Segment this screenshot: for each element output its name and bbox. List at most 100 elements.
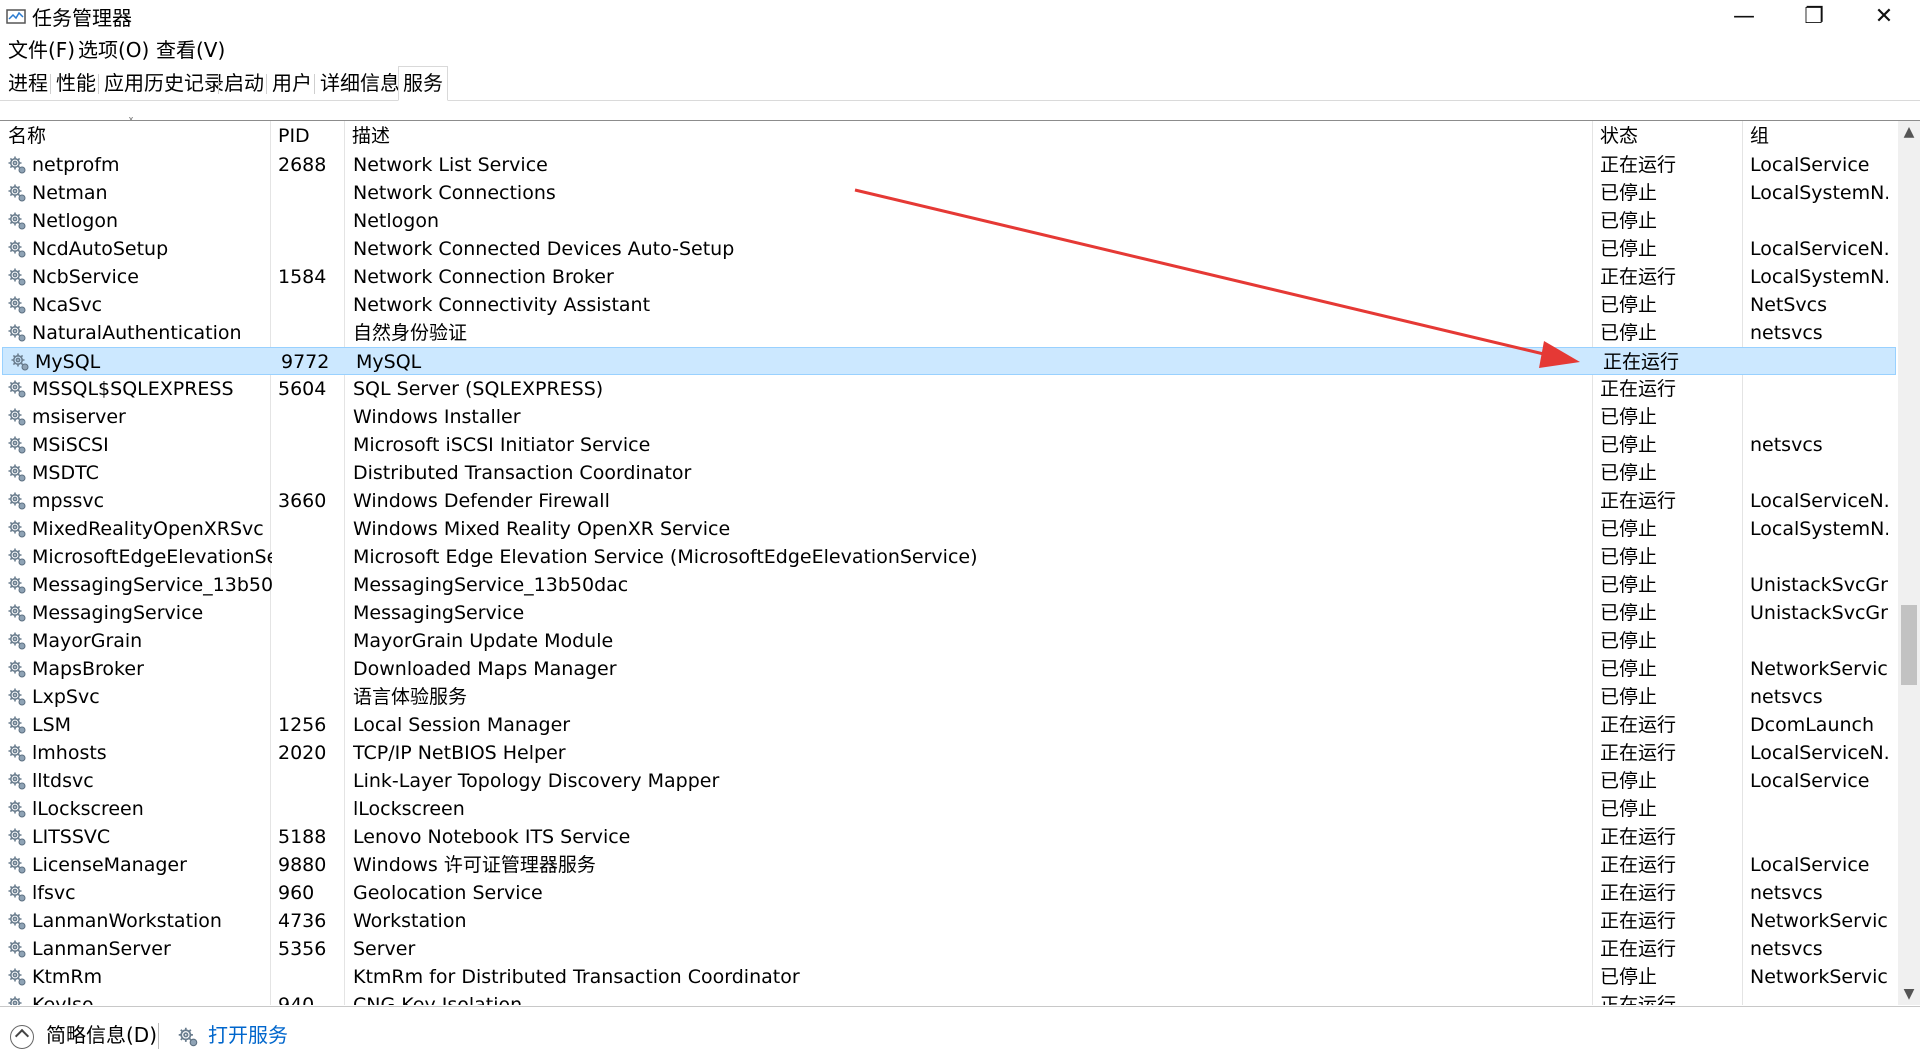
gear-icon <box>8 660 26 678</box>
table-row[interactable]: LITSSVC 5188 Lenovo Notebook ITS Service… <box>0 823 1898 851</box>
scroll-up-arrow-icon[interactable]: ▲ <box>1898 121 1920 143</box>
table-row[interactable]: mpssvc 3660 Windows Defender Firewall 正在… <box>0 487 1898 515</box>
service-group: LocalSystemN... <box>1750 518 1888 540</box>
column-header-description[interactable]: 描述 <box>344 121 390 151</box>
table-row[interactable]: Netman Network Connections 已停止 LocalSyst… <box>0 179 1898 207</box>
vertical-scrollbar[interactable]: ▲ ▼ <box>1898 121 1920 1005</box>
tab-app-history[interactable]: 应用历史记录 <box>100 68 228 98</box>
column-header-status[interactable]: 状态 <box>1592 121 1638 151</box>
table-row[interactable]: MicrosoftEdgeElevationSe... Microsoft Ed… <box>0 543 1898 571</box>
table-row[interactable]: msiserver Windows Installer 已停止 <box>0 403 1898 431</box>
service-name: lltdsvc <box>32 770 94 792</box>
table-row[interactable]: KeyIso 940 CNG Key Isolation 正在运行 <box>0 991 1898 1005</box>
service-status: 已停止 <box>1600 770 1658 792</box>
table-row[interactable]: lmhosts 2020 TCP/IP NetBIOS Helper 正在运行 … <box>0 739 1898 767</box>
service-description: Netlogon <box>353 210 439 232</box>
minimize-button[interactable]: — <box>1710 0 1778 36</box>
table-row[interactable]: MessagingService MessagingService 已停止 Un… <box>0 599 1898 627</box>
service-pid <box>278 459 344 487</box>
table-row[interactable]: lltdsvc Link-Layer Topology Discovery Ma… <box>0 767 1898 795</box>
table-row[interactable]: lfsvc 960 Geolocation Service 正在运行 netsv… <box>0 879 1898 907</box>
service-group: NetworkServic... <box>1750 966 1888 988</box>
gear-icon <box>8 884 26 902</box>
service-name: MSSQL$SQLEXPRESS <box>32 378 234 400</box>
table-row[interactable]: LxpSvc 语言体验服务 已停止 netsvcs <box>0 683 1898 711</box>
table-row[interactable]: LSM 1256 Local Session Manager 正在运行 Dcom… <box>0 711 1898 739</box>
tab-processes[interactable]: 进程 <box>4 68 52 98</box>
table-row[interactable]: netprofm 2688 Network List Service 正在运行 … <box>0 151 1898 179</box>
table-row[interactable]: LanmanWorkstation 4736 Workstation 正在运行 … <box>0 907 1898 935</box>
service-pid <box>278 655 344 683</box>
service-pid <box>278 207 344 235</box>
table-row[interactable]: MayorGrain MayorGrain Update Module 已停止 <box>0 627 1898 655</box>
title-bar: 任务管理器 — ❐ ✕ <box>0 0 1920 36</box>
service-group: LocalServiceN... <box>1750 238 1888 260</box>
service-pid: 5188 <box>278 826 327 848</box>
column-header-pid[interactable]: PID <box>270 121 310 151</box>
table-row[interactable]: LicenseManager 9880 Windows 许可证管理器服务 正在运… <box>0 851 1898 879</box>
service-status: 已停止 <box>1600 406 1658 428</box>
tab-users[interactable]: 用户 <box>268 68 316 98</box>
scroll-thumb[interactable] <box>1901 605 1917 685</box>
service-status: 已停止 <box>1600 602 1658 624</box>
table-row[interactable]: MessagingService_13b50... MessagingServi… <box>0 571 1898 599</box>
gear-icon <box>8 716 26 734</box>
table-row[interactable]: NcbService 1584 Network Connection Broke… <box>0 263 1898 291</box>
service-name: LanmanWorkstation <box>32 910 222 932</box>
service-group <box>1750 627 1888 655</box>
table-row[interactable]: NaturalAuthentication 自然身份验证 已停止 netsvcs <box>0 319 1898 347</box>
fewer-details-button[interactable]: 简略信息(D) <box>10 1021 157 1049</box>
service-pid: 9880 <box>278 854 327 876</box>
service-pid <box>278 179 344 207</box>
service-description: Windows 许可证管理器服务 <box>353 854 596 876</box>
tab-performance[interactable]: 性能 <box>52 68 100 98</box>
gear-icon <box>8 576 26 594</box>
table-row[interactable]: MySQL 9772 MySQL 正在运行 <box>2 347 1896 375</box>
maximize-button[interactable]: ❐ <box>1780 0 1848 36</box>
service-group <box>1750 991 1888 1005</box>
table-row[interactable]: MSDTC Distributed Transaction Coordinato… <box>0 459 1898 487</box>
menu-view[interactable]: 查看(V) <box>156 36 225 64</box>
tab-details[interactable]: 详细信息 <box>316 68 404 98</box>
tab-services[interactable]: 服务 <box>398 66 448 101</box>
menu-options[interactable]: 选项(O) <box>78 36 149 64</box>
service-group: netsvcs <box>1750 938 1823 960</box>
close-button[interactable]: ✕ <box>1850 0 1918 36</box>
service-pid: 2688 <box>278 154 327 176</box>
table-row[interactable]: NcaSvc Network Connectivity Assistant 已停… <box>0 291 1898 319</box>
service-name: MicrosoftEdgeElevationSe... <box>32 546 272 568</box>
service-pid: 1584 <box>278 266 327 288</box>
service-name: MessagingService_13b50... <box>32 574 272 596</box>
tab-startup[interactable]: 启动 <box>220 68 268 98</box>
tab-divider <box>314 74 315 94</box>
table-row[interactable]: NcdAutoSetup Network Connected Devices A… <box>0 235 1898 263</box>
service-status: 已停止 <box>1600 574 1658 596</box>
table-row[interactable]: lLockscreen lLockscreen 已停止 <box>0 795 1898 823</box>
service-pid <box>278 767 344 795</box>
menu-file[interactable]: 文件(F) <box>8 36 75 64</box>
service-status: 已停止 <box>1600 658 1658 680</box>
service-description: Windows Mixed Reality OpenXR Service <box>353 518 731 540</box>
table-row[interactable]: LanmanServer 5356 Server 正在运行 netsvcs <box>0 935 1898 963</box>
service-group <box>1750 403 1888 431</box>
service-pid <box>278 627 344 655</box>
column-header-group[interactable]: 组 <box>1742 121 1769 151</box>
scroll-down-arrow-icon[interactable]: ▼ <box>1898 983 1920 1005</box>
table-row[interactable]: MapsBroker Downloaded Maps Manager 已停止 N… <box>0 655 1898 683</box>
service-group: netsvcs <box>1750 434 1823 456</box>
gear-icon <box>8 464 26 482</box>
service-pid: 3660 <box>278 490 327 512</box>
column-header-name[interactable]: 名称 <box>0 121 46 151</box>
table-row[interactable]: Netlogon Netlogon 已停止 <box>0 207 1898 235</box>
service-description: Distributed Transaction Coordinator <box>353 462 692 484</box>
service-name: Netlogon <box>32 210 118 232</box>
table-header: 名称 PID 描述 状态 组 <box>0 121 1898 151</box>
table-row[interactable]: KtmRm KtmRm for Distributed Transaction … <box>0 963 1898 991</box>
service-status: 已停止 <box>1600 798 1658 820</box>
table-row[interactable]: MSiSCSI Microsoft iSCSI Initiator Servic… <box>0 431 1898 459</box>
table-row[interactable]: MixedRealityOpenXRSvc Windows Mixed Real… <box>0 515 1898 543</box>
table-row[interactable]: MSSQL$SQLEXPRESS 5604 SQL Server (SQLEXP… <box>0 375 1898 403</box>
open-services-link[interactable]: 打开服务 <box>176 1021 288 1049</box>
service-pid: 960 <box>278 882 315 904</box>
service-pid <box>278 599 344 627</box>
